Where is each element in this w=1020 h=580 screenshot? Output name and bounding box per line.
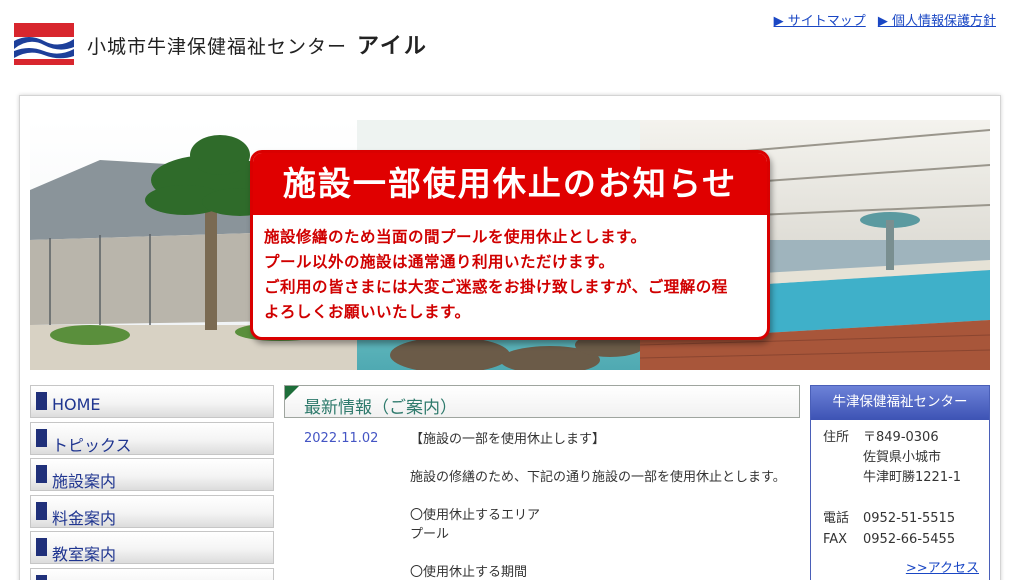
news-section-title: 最新情報（ご案内） [304,398,457,418]
closure-notice[interactable]: 施設一部使用休止のお知らせ 施設修繕のため当面の間プールを使用休止とします。 プ… [250,150,770,340]
privacy-policy-link[interactable]: ▶ 個人情報保護方針 [878,14,996,29]
nav-marker-icon [36,574,47,580]
nav-item-label: HOME [52,395,101,414]
news-line [410,544,786,563]
notice-line: よろしくお願いいたします。 [264,303,471,321]
nav-marker-icon [36,392,47,410]
nav-item-label: 料金案内 [52,508,117,528]
news-date: 2022.11.02 [304,431,379,446]
address-block: 住所 〒849-0306 佐賀県小城市 牛津町勝1221-1 [823,428,961,488]
contact-title: 牛津保健福祉センター [811,386,989,420]
notice-title: 施設一部使用休止のお知らせ [253,153,767,215]
corner-accent-icon [285,386,299,400]
nav-marker-icon [36,428,47,447]
notice-line: プール以外の施設は通常通り利用いただけます。 [264,253,615,271]
phone-row: 電話 0952-51-5515 [823,509,955,529]
news-line: プール [410,527,450,542]
site-title-text: 小城市牛津保健福祉センター [87,36,348,58]
news-line [410,449,786,468]
address-label: 住所 [823,430,850,445]
address-line: 牛津町勝1221-1 [863,470,962,485]
fax-number: 0952-66-5455 [863,532,956,547]
site-logo[interactable] [14,23,74,65]
nav-marker-icon [36,501,47,520]
postal-code: 〒849-0306 [863,430,939,445]
nav-item-more[interactable] [30,567,274,580]
address-line: 佐賀県小城市 [863,450,942,465]
notice-line: 施設修繕のため当面の間プールを使用休止とします。 [264,228,647,246]
contact-box: 牛津保健福祉センター 住所 〒849-0306 佐賀県小城市 牛津町勝1221-1… [810,385,990,580]
news-line: 〇使用休止する期間 [410,565,528,580]
access-link[interactable]: >>アクセス [906,557,979,576]
nav-item-topics[interactable]: トピックス [30,421,274,455]
phone-label: 電話 [823,511,850,526]
side-nav: HOME トピックス 施設案内 料金案内 教室案内 [30,385,274,580]
notice-body: 施設修繕のため当面の間プールを使用休止とします。 プール以外の施設は通常通り利用… [253,215,767,325]
nav-item-facilities[interactable]: 施設案内 [30,458,274,492]
site-title-name: アイル [357,34,428,59]
nav-item-home[interactable]: HOME [30,385,274,418]
nav-item-classes[interactable]: 教室案内 [30,531,274,565]
nav-item-label: 教室案内 [52,545,117,565]
nav-item-label: トピックス [52,435,132,455]
news-line: 〇使用休止するエリア [410,508,541,523]
top-links: ▶ サイトマップ ▶ 個人情報保護方針 [766,10,996,29]
notice-line: ご利用の皆さまには大変ご迷惑をお掛け致しますが、ご理解の程 [264,278,728,296]
phone-number: 0952-51-5515 [863,511,956,526]
nav-marker-icon [36,538,47,557]
news-line [410,487,786,506]
nav-item-fees[interactable]: 料金案内 [30,494,274,528]
news-line: 【施設の一部を使用休止します】 [410,432,606,447]
nav-marker-icon [36,465,47,484]
news-line: 施設の修繕のため、下記の通り施設の一部を使用休止とします。 [410,470,786,485]
fax-row: FAX 0952-66-5455 [823,530,955,550]
fax-label: FAX [823,532,848,547]
site-title: 小城市牛津保健福祉センター アイル [87,28,428,60]
nav-item-label: 施設案内 [52,472,117,492]
news-article: 【施設の一部を使用休止します】 施設の修繕のため、下記の通り施設の一部を使用休止… [410,430,786,580]
news-section-header: 最新情報（ご案内） [284,385,800,418]
sitemap-link[interactable]: ▶ サイトマップ [774,14,866,29]
